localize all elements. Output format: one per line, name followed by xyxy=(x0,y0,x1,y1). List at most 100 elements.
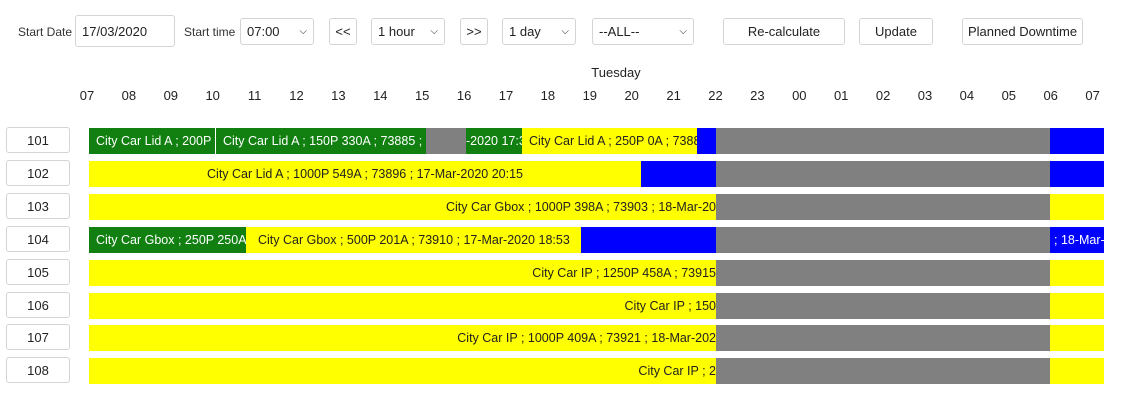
job-block[interactable] xyxy=(1050,260,1104,286)
hour-tick-label: 07 xyxy=(1085,88,1100,103)
hour-tick-label: 15 xyxy=(414,88,430,103)
range-select[interactable]: 1 day ⌵ xyxy=(502,18,576,45)
job-label: City Car Lid A ; 1000P 549A ; 73896 ; 17… xyxy=(207,167,523,181)
hour-tick-label: 01 xyxy=(833,88,849,103)
job-block[interactable] xyxy=(641,161,717,187)
machine-label[interactable]: 107 xyxy=(6,324,70,350)
hour-tick-label: 11 xyxy=(247,88,262,103)
job-block[interactable] xyxy=(697,128,717,154)
job-label: City Car Lid A ; 250P 0A ; 7388 xyxy=(529,134,697,148)
job-label: City Car IP ; 1000P 409A ; 73921 ; 18-Ma… xyxy=(457,331,716,345)
job-block[interactable]: City Car IP ; 150 xyxy=(89,293,716,319)
job-label: City Car Gbox ; 500P 201A ; 73910 ; 17-M… xyxy=(258,233,570,247)
downtime-block[interactable] xyxy=(716,325,1050,351)
gantt-row: 108 City Car IP ; 2 xyxy=(0,357,1122,385)
job-block[interactable]: City Car IP ; 1250P 458A ; 73915 xyxy=(89,260,716,286)
job-label: City Car IP ; 2 xyxy=(638,364,716,378)
filter-select[interactable]: --ALL-- ⌵ xyxy=(592,18,694,45)
machine-label[interactable]: 106 xyxy=(6,292,70,318)
job-block[interactable] xyxy=(581,227,717,253)
range-value: 1 day xyxy=(509,24,541,39)
job-label: City Car Gbox ; 250P 250A xyxy=(96,233,246,247)
gantt-row: 105 City Car IP ; 1250P 458A ; 73915 xyxy=(0,259,1122,287)
gantt-row: 101 City Car Lid A ; 200P ; City Car Lid A… xyxy=(0,127,1122,155)
job-label: City Car Gbox ; 1000P 398A ; 73903 ; 18-… xyxy=(445,200,716,214)
job-block[interactable]: City Car Lid A ; 200P ; xyxy=(89,128,215,154)
filter-value: --ALL-- xyxy=(599,24,640,39)
job-block[interactable] xyxy=(1050,194,1104,220)
machine-label[interactable]: 108 xyxy=(6,357,70,383)
planned-downtime-button[interactable]: Planned Downtime xyxy=(962,18,1083,45)
update-button[interactable]: Update xyxy=(859,18,933,45)
hour-tick-label: 04 xyxy=(959,88,975,103)
interval-select[interactable]: 1 hour ⌵ xyxy=(371,18,445,45)
planned-downtime-label: Planned Downtime xyxy=(967,24,1078,39)
machine-label[interactable]: 105 xyxy=(6,259,70,285)
hour-tick-label: 19 xyxy=(582,88,598,103)
job-label: City Car Lid A ; 150P 330A ; 73885 ; xyxy=(223,134,423,148)
start-date-value: 17/03/2020 xyxy=(82,23,148,39)
job-block[interactable]: City Car IP ; 2 xyxy=(89,358,716,384)
job-label: ; 18-Mar- xyxy=(1054,233,1104,247)
downtime-block[interactable] xyxy=(716,260,1050,286)
gantt-row: 107 City Car IP ; 1000P 409A ; 73921 ; 18… xyxy=(0,324,1122,352)
recalculate-button[interactable]: Re-calculate xyxy=(723,18,845,45)
hour-tick-label: 06 xyxy=(1043,88,1058,103)
job-block[interactable]: City Car Gbox ; 500P 201A ; 73910 ; 17-M… xyxy=(246,227,581,253)
downtime-block[interactable] xyxy=(716,161,1050,187)
job-block[interactable]: City Car Gbox ; 1000P 398A ; 73903 ; 18-… xyxy=(89,194,716,220)
job-block[interactable] xyxy=(1050,161,1104,187)
chevron-down-icon: ⌵ xyxy=(430,26,438,37)
hour-tick-label: 09 xyxy=(163,88,179,103)
downtime-block[interactable] xyxy=(716,128,1050,154)
hour-tick-label: 23 xyxy=(750,88,765,103)
job-block[interactable] xyxy=(1050,358,1104,384)
job-label: City Car IP ; 150 xyxy=(624,299,716,313)
job-block[interactable] xyxy=(1050,293,1104,319)
job-label: -2020 17:3 xyxy=(466,134,522,148)
hour-tick-label: 02 xyxy=(875,88,891,103)
update-label: Update xyxy=(875,24,917,39)
machine-label[interactable]: 102 xyxy=(6,160,70,186)
gantt-row: 106 City Car IP ; 150 xyxy=(0,292,1122,320)
machine-label[interactable]: 101 xyxy=(6,127,70,153)
start-time-select[interactable]: 07:00 ⌵ xyxy=(240,18,314,45)
downtime-block[interactable] xyxy=(716,227,1050,253)
downtime-block[interactable] xyxy=(426,128,466,154)
downtime-block[interactable] xyxy=(716,293,1050,319)
hour-tick-label: 08 xyxy=(121,88,137,103)
next-button[interactable]: >> xyxy=(460,18,488,45)
hour-tick-label: 16 xyxy=(456,88,472,103)
start-time-value: 07:00 xyxy=(247,24,280,39)
job-block[interactable]: City Car Gbox ; 250P 250A xyxy=(89,227,246,253)
hour-tick-label: 05 xyxy=(1001,88,1017,103)
chevron-down-icon: ⌵ xyxy=(299,26,307,37)
hour-tick-label: 14 xyxy=(373,88,388,103)
job-block[interactable]: City Car Lid A ; 250P 0A ; 7388 xyxy=(522,128,697,154)
job-block[interactable]: City Car Lid A ; 150P 330A ; 73885 ; xyxy=(216,128,426,154)
previous-button[interactable]: << xyxy=(329,18,357,45)
hour-tick-label: 17 xyxy=(498,88,514,103)
job-block[interactable] xyxy=(1050,325,1104,351)
gantt-row: 103 City Car Gbox ; 1000P 398A ; 73903 ; … xyxy=(0,193,1122,221)
machine-label[interactable]: 104 xyxy=(6,226,70,252)
hour-tick-label: 18 xyxy=(540,88,556,103)
recalculate-label: Re-calculate xyxy=(747,24,821,39)
job-block[interactable]: City Car IP ; 1000P 409A ; 73921 ; 18-Ma… xyxy=(89,325,716,351)
job-block[interactable]: City Car Lid A ; 1000P 549A ; 73896 ; 17… xyxy=(89,161,641,187)
job-label: City Car IP ; 1250P 458A ; 73915 xyxy=(532,266,716,280)
downtime-block[interactable] xyxy=(716,358,1050,384)
gantt-row: 102 City Car Lid A ; 1000P 549A ; 73896 ;… xyxy=(0,160,1122,188)
job-block[interactable]: ; 18-Mar- xyxy=(1050,227,1104,253)
job-label: City Car Lid A ; 200P ; xyxy=(96,134,215,148)
hour-tick-label: 12 xyxy=(289,88,304,103)
job-block[interactable]: -2020 17:3 xyxy=(466,128,522,154)
gantt-row: 104 City Car Gbox ; 250P 250A City Car Gbo… xyxy=(0,226,1122,254)
previous-label: << xyxy=(335,24,351,39)
next-label: >> xyxy=(466,24,482,39)
machine-label[interactable]: 103 xyxy=(6,193,70,219)
hour-tick-label: 03 xyxy=(917,88,933,103)
start-date-input[interactable]: 17/03/2020 xyxy=(75,15,175,47)
downtime-block[interactable] xyxy=(716,194,1050,220)
job-block[interactable] xyxy=(1050,128,1104,154)
